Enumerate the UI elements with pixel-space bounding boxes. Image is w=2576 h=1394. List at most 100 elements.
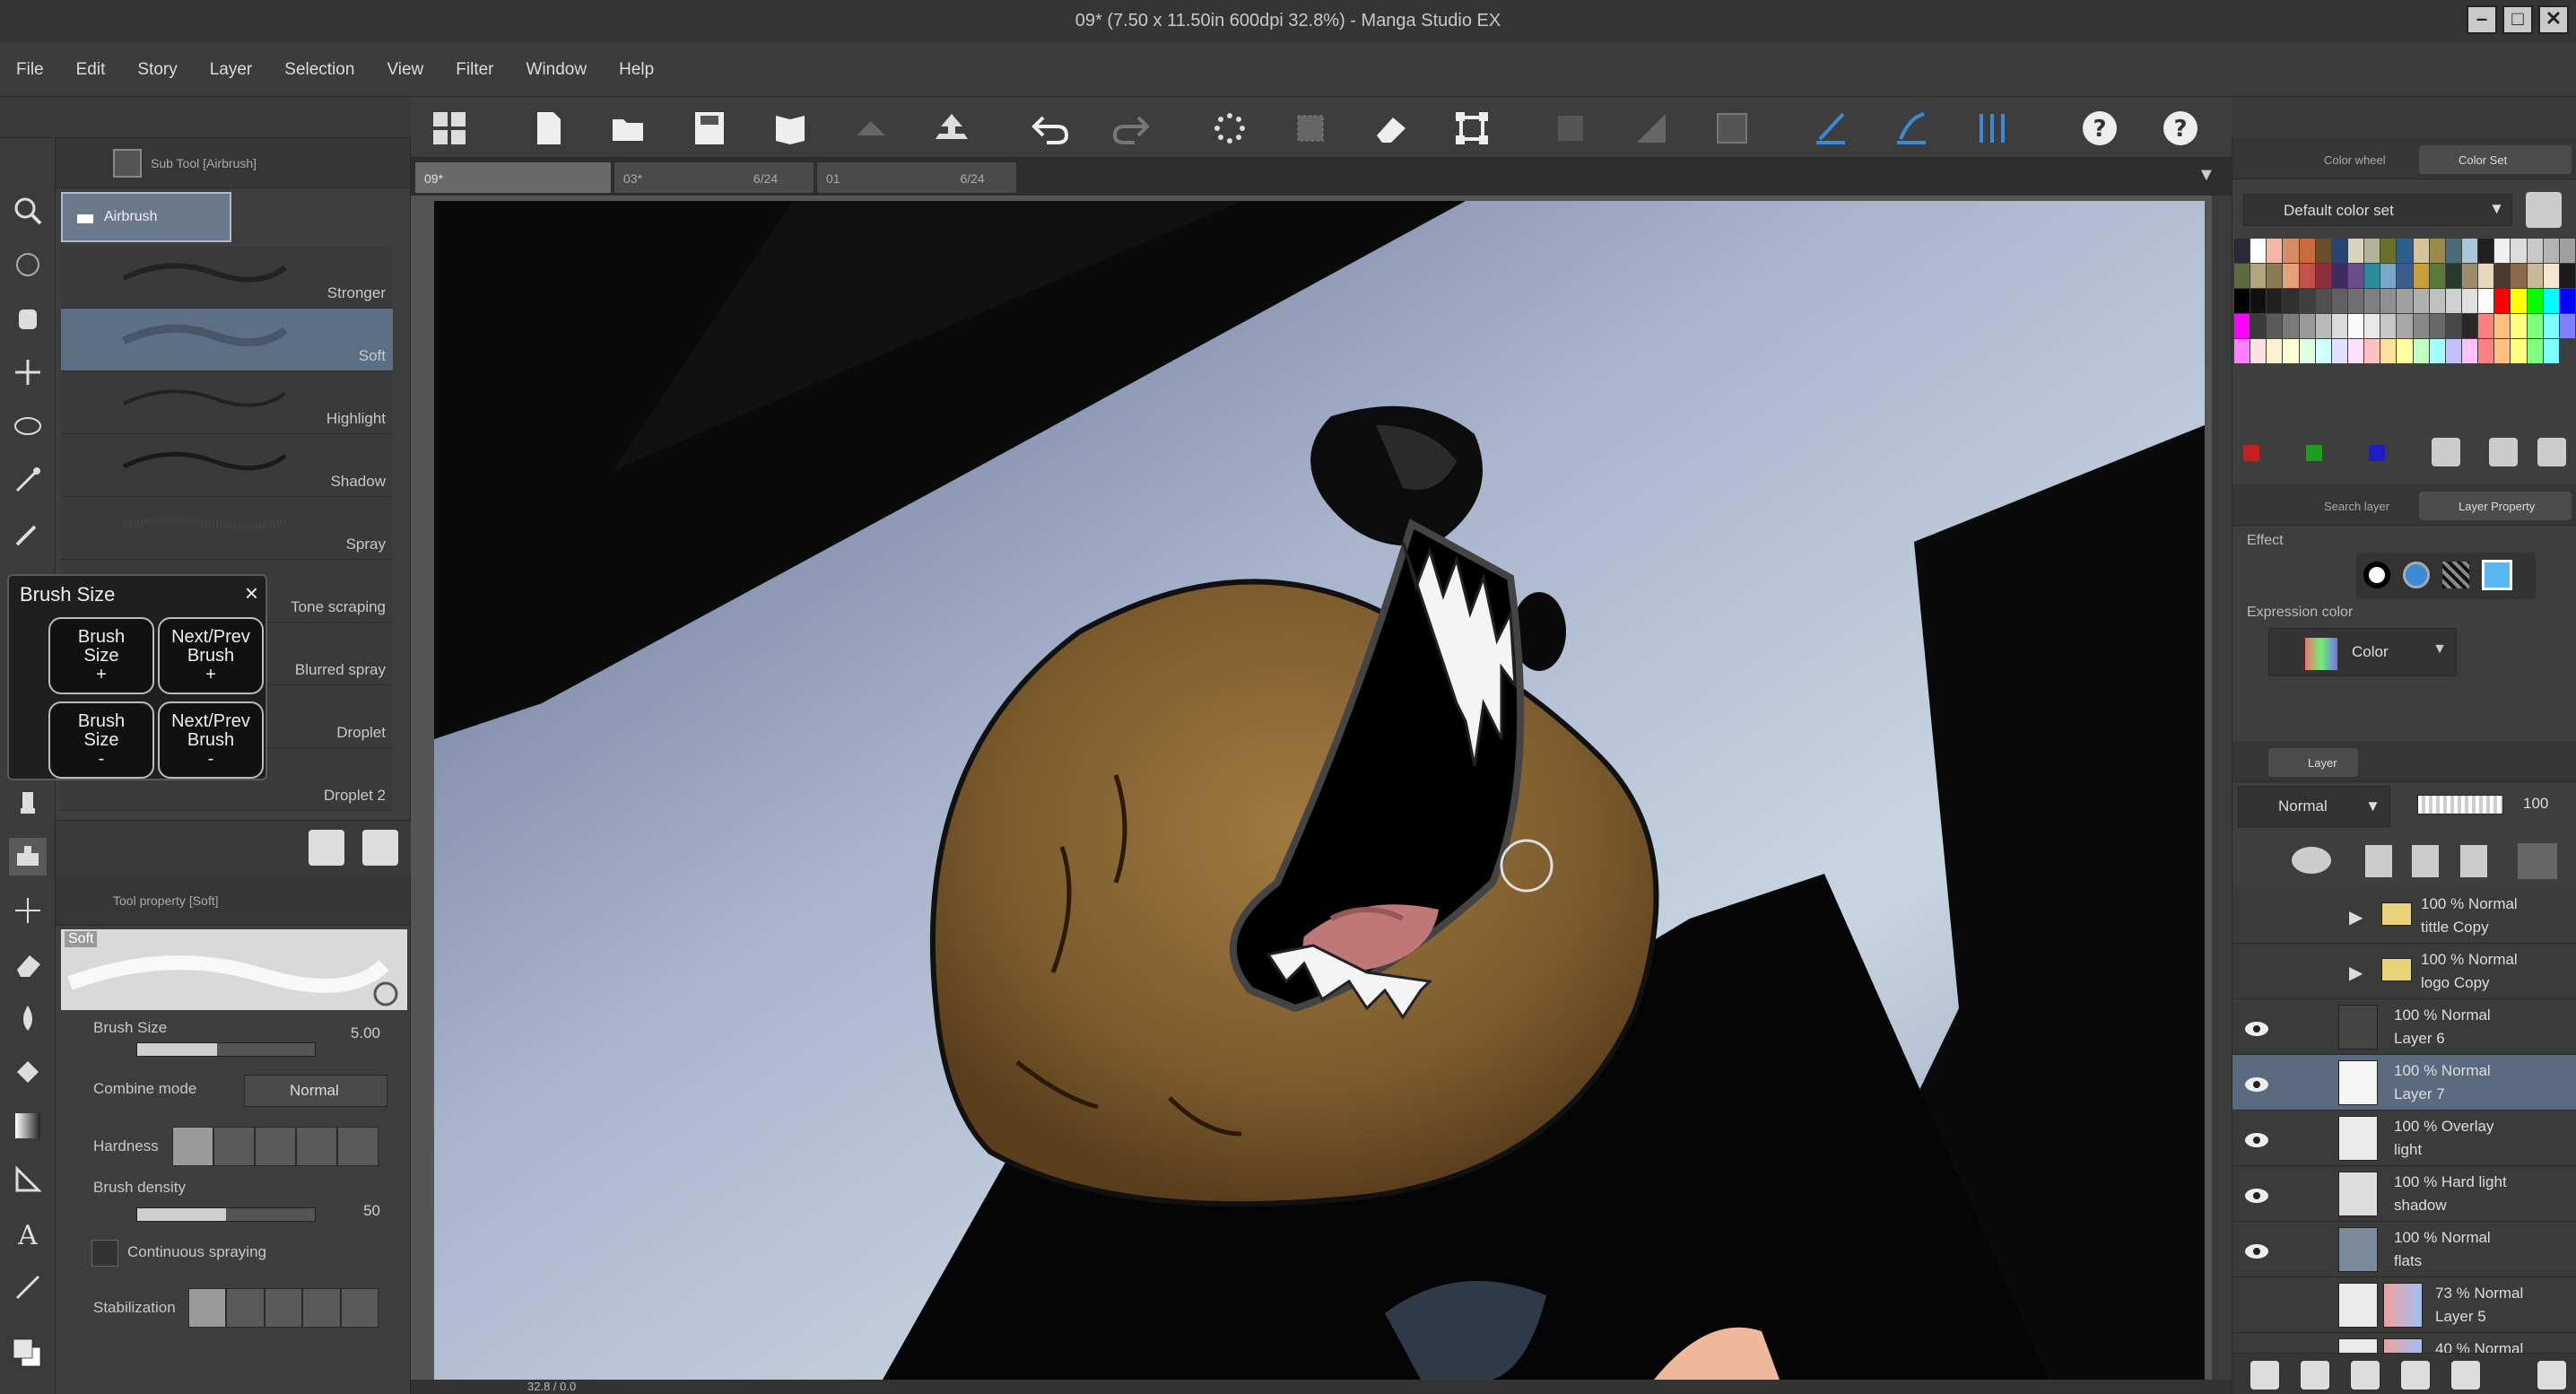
swatch-68[interactable] [2315,314,2331,338]
opacity-value[interactable]: 100 [2523,795,2548,813]
mask-icon[interactable] [2518,843,2557,879]
clip-icon[interactable] [2292,847,2331,874]
brush-size-slider[interactable] [136,1042,316,1057]
swatch-3[interactable] [2283,239,2299,263]
swatch-41[interactable] [2559,264,2575,288]
swatch-101[interactable] [2511,339,2527,363]
border-effect-icon[interactable] [2363,562,2390,588]
trash-icon[interactable] [2537,1361,2566,1390]
deselect-button[interactable] [1290,108,1331,149]
layer-row[interactable]: 73 % Normal Layer 5 [2232,1277,2576,1333]
tab-search-layer[interactable]: Search layer [2284,492,2419,520]
swatch-90[interactable] [2331,339,2347,363]
lock-icon[interactable] [2412,845,2439,877]
subtool-tab-icon[interactable] [113,148,142,178]
close-button[interactable]: ✕ [2538,5,2569,34]
stabilization-selector[interactable] [188,1288,379,1328]
swatch-59[interactable] [2511,289,2527,313]
swatch-79[interactable] [2494,314,2511,338]
hardness-selector[interactable] [172,1127,379,1166]
swatch-34[interactable] [2445,264,2461,288]
select-all-button[interactable] [1209,108,1250,149]
swatch-65[interactable] [2267,314,2283,338]
page-manager-button[interactable] [770,108,811,149]
swatch-18[interactable] [2527,239,2543,263]
swatch-1[interactable] [2250,239,2267,263]
swatch-84[interactable] [2234,339,2250,363]
combine-mode-select[interactable]: Normal [244,1075,387,1107]
swatch-29[interactable] [2364,264,2380,288]
swatch-11[interactable] [2413,239,2429,263]
swatch-22[interactable] [2250,264,2267,288]
swatch-42[interactable] [2234,289,2250,313]
gradient-tool[interactable] [9,1107,47,1145]
brush-size-value[interactable]: 5.00 [287,1024,380,1042]
help-button-2[interactable]: ? [2160,108,2201,149]
swatch-80[interactable] [2511,314,2527,338]
doc-tabs-menu-icon[interactable]: ▼ [2197,165,2224,188]
ruler-snap-button[interactable] [1810,108,1851,149]
menu-help[interactable]: Help [619,60,654,80]
swatch-63[interactable] [2234,314,2250,338]
subtool-tab-label[interactable]: Sub Tool [Airbrush] [151,156,257,170]
swatch-70[interactable] [2347,314,2364,338]
trash-icon[interactable] [362,830,398,866]
brush-item-highlight[interactable]: Highlight [61,371,393,434]
tab-layer[interactable]: Layer [2268,748,2358,777]
brush-size-decrease-button[interactable]: Brush Size - [48,701,154,779]
swatch-0[interactable] [2234,239,2250,263]
eyedropper-tool[interactable] [9,515,47,553]
swatch-66[interactable] [2283,314,2299,338]
tab-tool-search[interactable] [2417,748,2464,777]
open-file-button[interactable] [608,108,649,149]
layer-row[interactable]: ▶ 100 % Normal tittle Copy [2232,888,2576,944]
swatch-24[interactable] [2283,264,2299,288]
swatch-50[interactable] [2364,289,2380,313]
popup-close-icon[interactable]: × [245,579,258,607]
layer-row[interactable]: ▶ 100 % Normal logo Copy [2232,944,2576,999]
wrench-icon[interactable] [2526,192,2562,228]
doc-tab-09[interactable]: 09* [414,161,612,194]
swatch-64[interactable] [2250,314,2267,338]
trash-icon[interactable] [2537,438,2566,466]
eye-icon[interactable] [2241,1236,2272,1267]
new-subtool-icon[interactable] [309,830,344,866]
swatch-21[interactable] [2234,264,2250,288]
swatch-57[interactable] [2478,289,2494,313]
merge-down-icon[interactable] [2401,1361,2430,1390]
swatch-88[interactable] [2299,339,2315,363]
prev-brush-button[interactable]: Next/Prev Brush - [158,701,264,779]
swatch-75[interactable] [2429,314,2445,338]
doc-tab-03[interactable]: 03* 6/24 [614,161,814,194]
tab-layer-property[interactable]: Layer Property [2419,492,2572,520]
color-green-swatch[interactable] [2306,445,2322,461]
swatch-102[interactable] [2527,339,2543,363]
layer-row[interactable]: 100 % Hard light shadow [2232,1166,2576,1222]
swatch-76[interactable] [2445,314,2461,338]
swatch-67[interactable] [2299,314,2315,338]
swatch-48[interactable] [2331,289,2347,313]
brush-tool[interactable] [9,784,47,822]
swatch-40[interactable] [2543,264,2559,288]
new-raster-layer-icon[interactable] [2250,1361,2279,1390]
menu-selection[interactable]: Selection [284,60,354,80]
menu-story[interactable]: Story [137,60,177,80]
artwork-canvas[interactable] [434,201,2205,1380]
move-layer-tool[interactable] [9,353,47,391]
canvas-viewport[interactable] [411,196,2212,1380]
vertical-scrollbar[interactable] [2212,196,2232,1380]
swatch-87[interactable] [2283,339,2299,363]
fill-tool[interactable] [9,1053,47,1091]
swatch-99[interactable] [2478,339,2494,363]
upload-button[interactable] [931,108,972,149]
transfer-down-icon[interactable] [2351,1361,2380,1390]
menu-filter[interactable]: Filter [456,60,493,80]
swatch-7[interactable] [2347,239,2364,263]
swatch-36[interactable] [2478,264,2494,288]
transform-button[interactable] [1451,108,1493,149]
brush-item-shadow[interactable]: Shadow [61,434,393,497]
swatch-2[interactable] [2267,239,2283,263]
tone-effect-icon[interactable] [2403,562,2430,588]
swatch-55[interactable] [2445,289,2461,313]
save-button[interactable] [689,108,730,149]
